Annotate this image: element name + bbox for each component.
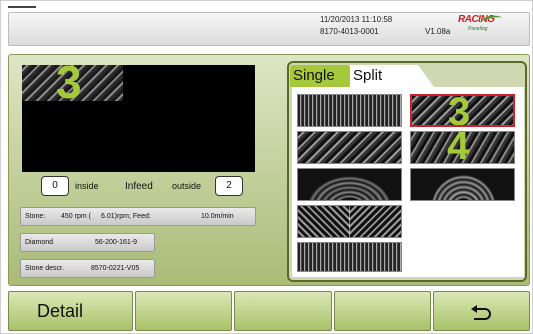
tab-split[interactable]: Split [350, 65, 434, 87]
infeed-label: Infeed [125, 181, 153, 192]
preview-pattern-tile: 3 [22, 59, 123, 105]
softkey-3-button[interactable] [234, 291, 332, 331]
inside-label: inside [75, 181, 99, 191]
pattern-preview: 3 [22, 59, 255, 172]
datetime: 11/20/2013 11:10:58 [320, 15, 393, 24]
header-bar [8, 12, 530, 46]
outside-label: outside [172, 181, 202, 191]
stone-detail: 6.01)rpm; Feed: [101, 213, 151, 220]
pattern-number-label: 3 [448, 94, 471, 127]
undo-arrow-icon [471, 305, 492, 320]
arc-pattern [425, 169, 502, 200]
softkey-2-button[interactable] [135, 291, 233, 331]
back-button[interactable] [432, 291, 531, 331]
pattern-option[interactable] [297, 168, 402, 201]
pattern-option[interactable] [297, 131, 402, 164]
stone-descr-label: Stone descr. [25, 265, 64, 272]
softkey-4-button[interactable] [333, 291, 431, 331]
stone-descr-value: 8570-0221-V05 [91, 265, 140, 272]
feed-value: 10.0m/min [201, 213, 234, 220]
pattern-option[interactable]: 4 [410, 131, 515, 164]
pattern-option[interactable] [297, 242, 402, 272]
pattern-option[interactable] [297, 205, 402, 238]
version: V1.08a [425, 27, 451, 36]
logo-subtext: Paneling [468, 26, 488, 32]
bottom-button-bar: Detail [8, 291, 531, 331]
stone-label: Stone: [25, 213, 46, 220]
brand-logo: RACING Paneling [458, 13, 504, 40]
pattern-option[interactable] [297, 94, 402, 127]
outside-value-field[interactable]: 2 [215, 176, 243, 196]
diamond-info-row: Diamond 56-200-161-9 [20, 233, 155, 252]
stone-info-row: Stone: 450 rpm ( 6.01)rpm; Feed: 10.0m/m… [20, 207, 256, 226]
stone-rpm: 450 rpm ( [61, 213, 91, 220]
pattern-option-selected[interactable]: 3 [410, 94, 515, 127]
tab-single[interactable]: Single [290, 65, 350, 87]
header-mark [8, 6, 36, 8]
pattern-option[interactable] [410, 168, 515, 201]
preview-pattern-number: 3 [56, 56, 82, 108]
inside-value-field[interactable]: 0 [41, 176, 69, 196]
stone-descr-row: Stone descr. 8570-0221-V05 [20, 259, 155, 278]
diamond-label: Diamond [25, 239, 54, 246]
pattern-number-label: 4 [447, 131, 470, 164]
diamond-value: 56-200-161-9 [95, 239, 138, 246]
serial-number: 8170-4013-0001 [320, 27, 379, 36]
detail-button[interactable]: Detail [8, 291, 134, 331]
